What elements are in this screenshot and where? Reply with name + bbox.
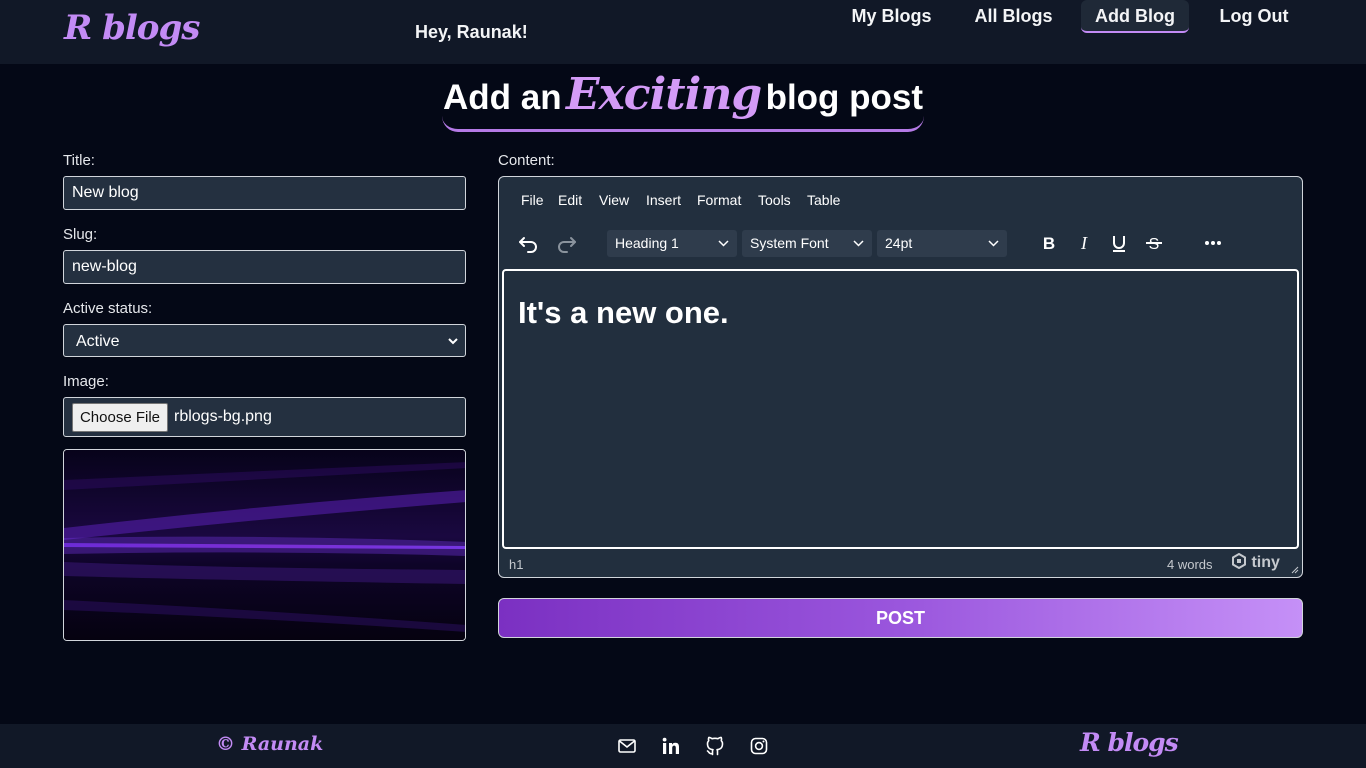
content-heading[interactable]: It's a new one.: [518, 295, 729, 331]
strikethrough-icon[interactable]: S: [1141, 230, 1167, 256]
underline-icon[interactable]: [1106, 230, 1132, 256]
chevron-down-icon: [853, 240, 864, 247]
italic-icon[interactable]: I: [1071, 230, 1097, 256]
chevron-down-icon: [448, 338, 458, 345]
page-title-end: blog post: [765, 78, 924, 117]
rich-text-editor: File Edit View Insert Format Tools Table…: [498, 176, 1303, 578]
github-icon[interactable]: [705, 736, 725, 756]
svg-text:I: I: [1080, 233, 1088, 253]
image-label: Image:: [63, 373, 109, 390]
image-file-input[interactable]: Choose File rblogs-bg.png: [63, 397, 466, 437]
tiny-brand-text: tiny: [1251, 554, 1280, 571]
tiny-brand[interactable]: tiny: [1231, 552, 1280, 572]
status-select-value: Active: [76, 333, 120, 350]
page-title: Add an Exciting blog post: [442, 66, 924, 132]
mail-icon[interactable]: [617, 736, 637, 756]
block-format-value: Heading 1: [615, 235, 679, 251]
menu-edit[interactable]: Edit: [558, 192, 582, 208]
chevron-down-icon: [718, 240, 729, 247]
block-format-select[interactable]: Heading 1: [607, 230, 737, 257]
linkedin-icon[interactable]: [661, 736, 681, 756]
editor-content-area[interactable]: It's a new one.: [502, 269, 1299, 549]
bold-icon[interactable]: B: [1036, 230, 1062, 256]
slug-input[interactable]: [63, 250, 466, 284]
user-greeting: Hey, Raunak!: [415, 22, 528, 42]
more-icon[interactable]: [1200, 230, 1226, 256]
undo-icon[interactable]: [516, 230, 542, 256]
instagram-icon[interactable]: [749, 736, 769, 756]
menu-tools[interactable]: Tools: [758, 192, 791, 208]
selected-file-name: rblogs-bg.png: [174, 408, 272, 425]
nav-log-out[interactable]: Log Out: [1210, 0, 1298, 33]
copyright: © Raunak: [216, 733, 323, 755]
copyright-symbol: ©: [216, 733, 235, 755]
svg-text:S: S: [1149, 236, 1160, 253]
menu-table[interactable]: Table: [807, 192, 840, 208]
nav-my-blogs[interactable]: My Blogs: [843, 0, 940, 33]
footer: © Raunak R blogs: [0, 724, 1366, 768]
copyright-name[interactable]: Raunak: [242, 733, 324, 755]
top-navbar: R blogs Hey, Raunak! My Blogs All Blogs …: [0, 0, 1366, 64]
site-logo[interactable]: R blogs: [64, 8, 200, 48]
element-path[interactable]: h1: [509, 557, 523, 572]
preview-image: [64, 450, 465, 640]
resize-handle-icon[interactable]: [1289, 564, 1299, 574]
image-preview: [63, 449, 466, 641]
page-title-start: Add an: [442, 78, 562, 117]
menu-file[interactable]: File: [521, 192, 544, 208]
page-title-accent: Exciting: [566, 69, 762, 120]
menu-format[interactable]: Format: [697, 192, 741, 208]
menu-insert[interactable]: Insert: [646, 192, 681, 208]
menu-view[interactable]: View: [599, 192, 629, 208]
nav-all-blogs[interactable]: All Blogs: [967, 0, 1060, 33]
content-label: Content:: [498, 152, 555, 169]
font-size-select[interactable]: 24pt: [877, 230, 1007, 257]
title-input[interactable]: [63, 176, 466, 210]
slug-label: Slug:: [63, 226, 98, 243]
redo-icon[interactable]: [553, 230, 579, 256]
status-label: Active status:: [63, 300, 153, 317]
tiny-logo-icon: [1232, 552, 1246, 570]
chevron-down-icon: [988, 240, 999, 247]
footer-logo[interactable]: R blogs: [1080, 728, 1179, 757]
svg-text:B: B: [1043, 234, 1055, 253]
nav-add-blog[interactable]: Add Blog: [1081, 0, 1189, 33]
choose-file-button[interactable]: Choose File: [72, 403, 168, 432]
post-button[interactable]: POST: [498, 598, 1303, 638]
font-size-value: 24pt: [885, 235, 913, 251]
title-label: Title:: [63, 152, 95, 169]
status-select[interactable]: Active: [63, 324, 466, 357]
font-family-value: System Font: [750, 235, 829, 251]
font-family-select[interactable]: System Font: [742, 230, 872, 257]
word-count[interactable]: 4 words: [1167, 557, 1213, 572]
